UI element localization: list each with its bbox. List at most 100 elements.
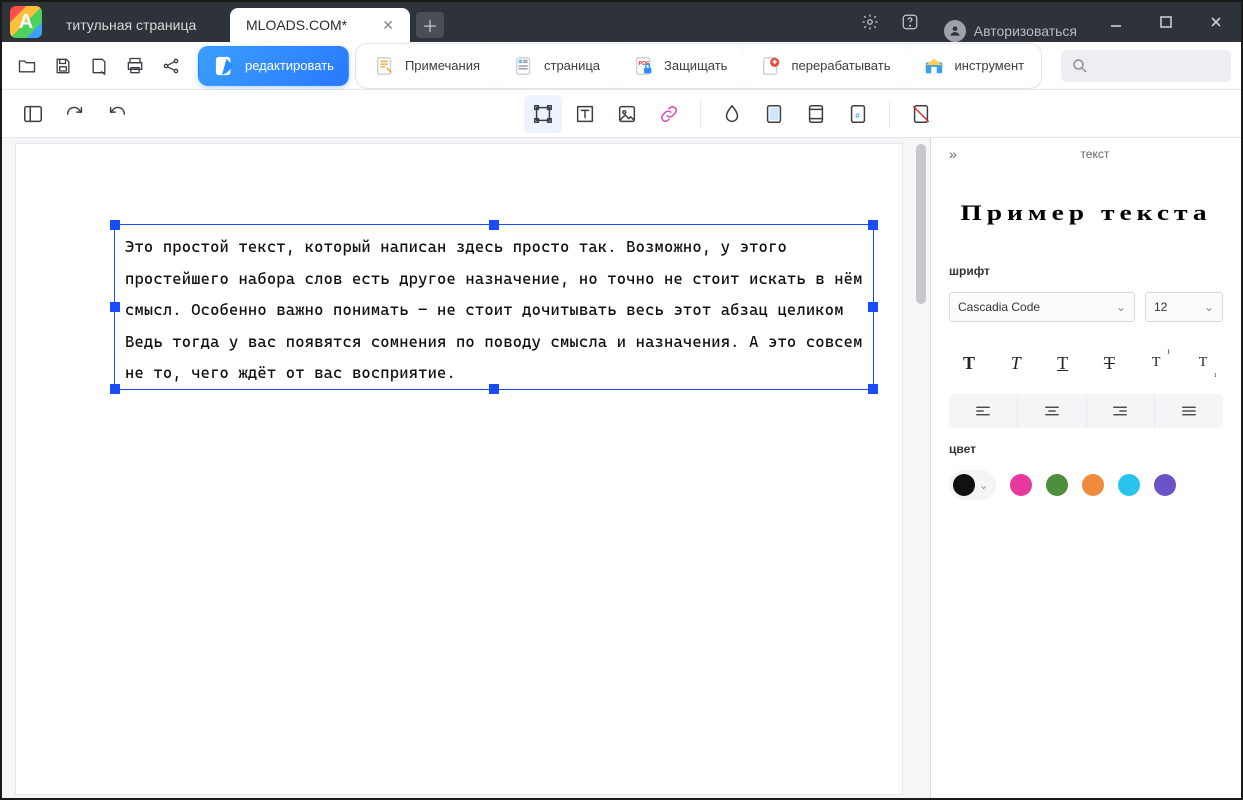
color-swatch-purple[interactable]: [1154, 474, 1176, 496]
text-icon: [574, 103, 596, 125]
undo-icon: [106, 103, 128, 125]
new-tab-button[interactable]: ＋: [416, 12, 444, 38]
document-canvas[interactable]: Это простой текст, который написан здесь…: [2, 138, 931, 798]
window-controls: [1091, 2, 1241, 42]
ribbon-primary: редактировать Примечания страница PDF За…: [2, 42, 1241, 90]
maximize-button[interactable]: [1141, 2, 1191, 42]
share-icon: [161, 56, 181, 76]
font-family-select[interactable]: Cascadia Code ⌄: [949, 292, 1135, 322]
save-as-button[interactable]: [84, 51, 114, 81]
page[interactable]: Это простой текст, который написан здесь…: [16, 144, 902, 794]
protect-icon: PDF: [632, 54, 656, 78]
undo-button[interactable]: [98, 95, 136, 133]
align-center-button[interactable]: [1018, 394, 1087, 428]
open-button[interactable]: [12, 51, 42, 81]
gear-icon: [861, 13, 879, 31]
background-tool[interactable]: [755, 95, 793, 133]
minimize-button[interactable]: [1091, 2, 1141, 42]
help-button[interactable]: [890, 2, 930, 42]
mode-label: страница: [544, 58, 600, 73]
link-icon: [658, 103, 680, 125]
align-row: [949, 394, 1223, 428]
link-tool[interactable]: [650, 95, 688, 133]
resize-handle[interactable]: [110, 302, 120, 312]
mode-edit[interactable]: редактировать: [198, 46, 349, 86]
mode-convert[interactable]: перерабатывать: [744, 46, 905, 86]
tab-cover-page[interactable]: титульная страница: [50, 8, 230, 42]
color-swatch-pink[interactable]: [1010, 474, 1032, 496]
print-button[interactable]: [120, 51, 150, 81]
scrollbar-thumb[interactable]: [916, 144, 926, 304]
tab-label: MLOADS.COM*: [246, 17, 347, 33]
search-icon: [1071, 57, 1089, 75]
chevron-down-icon: ⌄: [979, 479, 988, 492]
number-icon: #: [847, 103, 869, 125]
redo-button[interactable]: [56, 95, 94, 133]
resize-handle[interactable]: [868, 384, 878, 394]
tab-mloads[interactable]: MLOADS.COM* ✕: [230, 8, 410, 42]
text-tool[interactable]: [566, 95, 604, 133]
close-button[interactable]: [1191, 2, 1241, 42]
color-swatch-orange[interactable]: [1082, 474, 1104, 496]
bates-tool[interactable]: #: [839, 95, 877, 133]
strikethrough-button[interactable]: T: [1089, 346, 1129, 380]
watermark-tool[interactable]: [713, 95, 751, 133]
color-swatch-green[interactable]: [1046, 474, 1068, 496]
color-picker[interactable]: ⌄: [949, 470, 996, 500]
text-selection-box[interactable]: Это простой текст, который написан здесь…: [114, 224, 874, 390]
resize-handle[interactable]: [489, 220, 499, 230]
font-size-select[interactable]: 12 ⌄: [1145, 292, 1223, 322]
mode-tools[interactable]: инструмент: [907, 46, 1039, 86]
panel-toggle-button[interactable]: [14, 95, 52, 133]
auth-button[interactable]: Авторизоваться: [930, 20, 1091, 42]
current-color-swatch: [953, 474, 975, 496]
color-row: ⌄: [949, 470, 1223, 500]
save-button[interactable]: [48, 51, 78, 81]
mode-page[interactable]: страница: [497, 46, 615, 86]
collapse-panel-button[interactable]: »: [949, 146, 957, 162]
crop-tool[interactable]: [902, 95, 940, 133]
properties-panel: » текст Пример текста шрифт Cascadia Cod…: [931, 138, 1241, 798]
select-tool[interactable]: [524, 95, 562, 133]
mode-label: редактировать: [245, 58, 334, 73]
share-button[interactable]: [156, 51, 186, 81]
superscript-button[interactable]: T: [1136, 346, 1176, 380]
avatar-icon: [944, 20, 966, 42]
align-right-button[interactable]: [1087, 394, 1156, 428]
image-tool[interactable]: [608, 95, 646, 133]
chevron-down-icon: ⌄: [1204, 300, 1214, 314]
image-icon: [616, 103, 638, 125]
align-left-button[interactable]: [949, 394, 1018, 428]
color-swatch-cyan[interactable]: [1118, 474, 1140, 496]
convert-icon: [759, 54, 783, 78]
save-icon: [53, 56, 73, 76]
resize-handle[interactable]: [868, 302, 878, 312]
separator: [700, 100, 701, 128]
settings-button[interactable]: [850, 2, 890, 42]
mode-protect[interactable]: PDF Защищать: [617, 46, 742, 86]
bold-button[interactable]: T: [949, 346, 989, 380]
tab-label: титульная страница: [66, 17, 196, 33]
panel-title: текст: [967, 147, 1223, 161]
text-block[interactable]: Это простой текст, который написан здесь…: [115, 225, 873, 395]
font-size-value: 12: [1154, 300, 1167, 314]
app-window: A титульная страница MLOADS.COM* ✕ ＋ Авт…: [0, 0, 1243, 800]
resize-handle[interactable]: [868, 220, 878, 230]
subscript-button[interactable]: T: [1183, 346, 1223, 380]
header-footer-tool[interactable]: [797, 95, 835, 133]
resize-handle[interactable]: [489, 384, 499, 394]
resize-handle[interactable]: [110, 220, 120, 230]
scrollbar[interactable]: [916, 144, 926, 792]
underline-button[interactable]: T: [1043, 346, 1083, 380]
resize-handle[interactable]: [110, 384, 120, 394]
close-icon[interactable]: ✕: [382, 17, 394, 34]
align-justify-button[interactable]: [1155, 394, 1223, 428]
mode-notes[interactable]: Примечания: [358, 46, 495, 86]
header-footer-icon: [805, 103, 827, 125]
mode-label: инструмент: [954, 58, 1024, 73]
font-family-value: Cascadia Code: [958, 300, 1040, 314]
search-input[interactable]: [1061, 50, 1231, 82]
italic-button[interactable]: T: [996, 346, 1036, 380]
edit-icon: [213, 54, 237, 78]
mode-label: Примечания: [405, 58, 480, 73]
